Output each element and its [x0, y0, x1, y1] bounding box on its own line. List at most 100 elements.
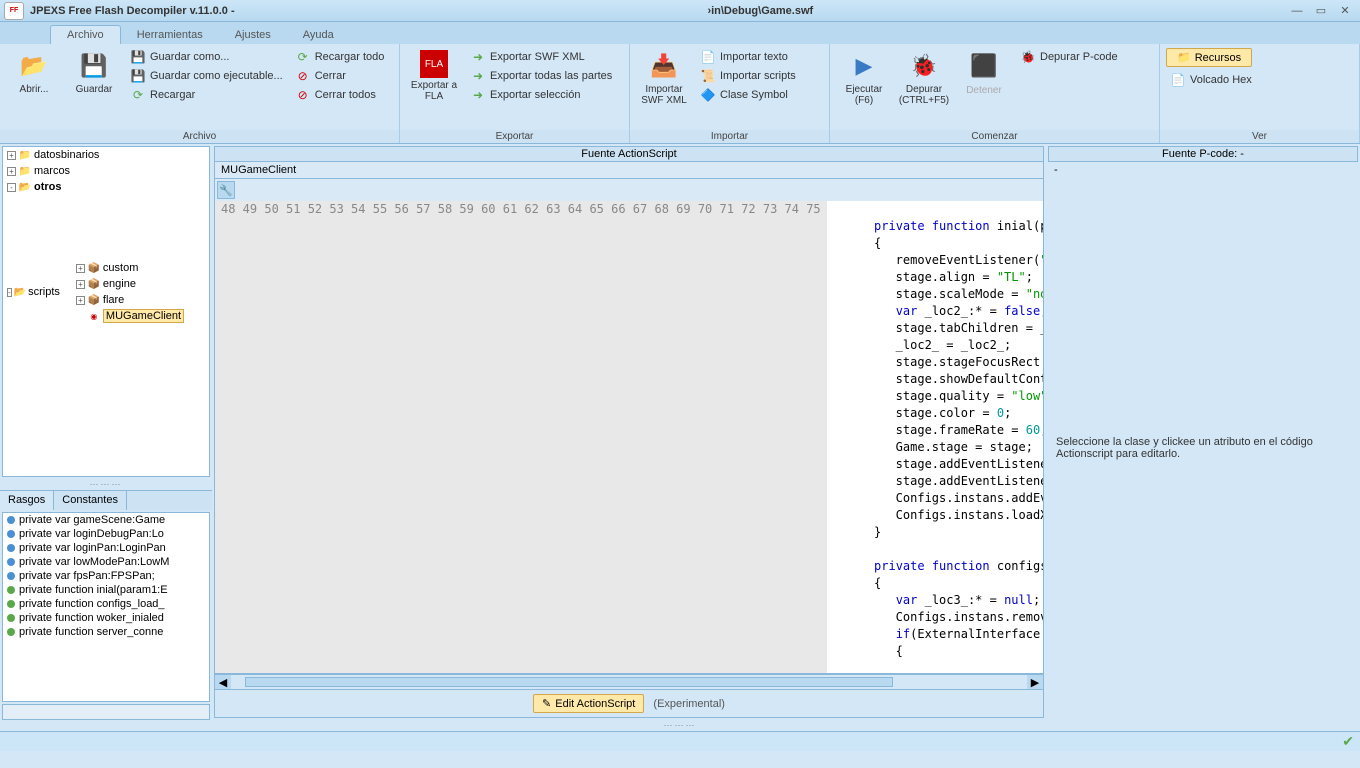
folder-open-icon: 📂 — [18, 50, 50, 82]
tree-item-class[interactable]: ◉class_19 — [200, 356, 210, 372]
tab-ajustes[interactable]: Ajustes — [219, 26, 287, 44]
tree-item-class[interactable]: ◉class_10 — [200, 212, 210, 228]
tab-rasgos[interactable]: Rasgos — [0, 491, 54, 510]
trait-row[interactable]: private var loginPan:LoginPan — [3, 541, 209, 555]
tree-item-class[interactable]: ◉class_12 — [200, 244, 210, 260]
tree-item-custom[interactable]: +📦custom — [76, 260, 184, 276]
tree-item-class[interactable]: ◉class_15 — [200, 292, 210, 308]
left-hscroll[interactable] — [2, 704, 210, 720]
titlebar: FF JPEXS Free Flash Decompiler v.11.0.0 … — [0, 0, 1360, 22]
group-label-archivo: Archivo — [0, 130, 399, 143]
tree-item-class[interactable]: ◉class_1 — [200, 196, 210, 212]
statusbar: ✔ — [0, 731, 1360, 751]
breadcrumb: MUGameClient — [214, 162, 1044, 179]
tab-archivo[interactable]: Archivo — [50, 25, 121, 44]
exe-icon: 💾 — [130, 68, 146, 84]
class-symbol-button[interactable]: 🔷Clase Symbol — [696, 86, 800, 104]
bug-small-icon: 🐞 — [1020, 49, 1036, 65]
tree-item-engine[interactable]: +📦engine — [76, 276, 184, 292]
trait-row[interactable]: private var lowModePan:LowM — [3, 555, 209, 569]
tree-item-class[interactable]: ◉class_17 — [200, 324, 210, 340]
close-icon[interactable]: ✕ — [1334, 3, 1356, 19]
tab-ayuda[interactable]: Ayuda — [287, 26, 350, 44]
trait-row[interactable]: private function configs_load_ — [3, 597, 209, 611]
tree-item-class[interactable]: ◉class_13 — [200, 260, 210, 276]
group-label-ver: Ver — [1160, 130, 1359, 143]
code-editor[interactable]: 48 49 50 51 52 53 54 55 56 57 58 59 60 6… — [214, 201, 1044, 674]
save-exe-button[interactable]: 💾Guardar como ejecutable... — [126, 67, 287, 85]
debug-button[interactable]: 🐞Depurar (CTRL+F5) — [896, 48, 952, 108]
pcode-dash: - — [1048, 162, 1358, 178]
open-button[interactable]: 📂Abrir... — [6, 48, 62, 97]
scroll-left-icon[interactable]: ◀ — [215, 675, 231, 689]
tree-item-class[interactable]: ◉class_11 — [200, 228, 210, 244]
ribbon: 📂Abrir... 💾Guardar 💾Guardar como... 💾Gua… — [0, 44, 1360, 144]
tree-item-scripts[interactable]: -📂scripts +📦custom +📦engine +📦flare ◉MUG… — [7, 195, 209, 389]
tab-herramientas[interactable]: Herramientas — [121, 26, 219, 44]
bug-icon: 🐞 — [908, 50, 940, 82]
trait-row[interactable]: private function server_conne — [3, 625, 209, 639]
maximize-icon[interactable]: ▭ — [1310, 3, 1332, 19]
close-file-icon: ⊘ — [295, 68, 311, 84]
trait-row[interactable]: private var fpsPan:FPSPan; — [3, 569, 209, 583]
reload-all-button[interactable]: ⟳Recargar todo — [291, 48, 389, 66]
import-swfxml-button[interactable]: 📥Importar SWF XML — [636, 48, 692, 108]
tree-item-class[interactable]: ◉class_18 — [200, 340, 210, 356]
scroll-thumb[interactable] — [245, 677, 893, 687]
search-tool-icon[interactable]: 🔧 — [217, 181, 235, 199]
close-button[interactable]: ⊘Cerrar — [291, 67, 389, 85]
tree-item-marcos[interactable]: +📁marcos — [7, 163, 209, 179]
group-label-exportar: Exportar — [400, 130, 629, 143]
hexdump-button[interactable]: 📄Volcado Hex — [1166, 71, 1256, 89]
experimental-label: (Experimental) — [653, 698, 725, 710]
tree-item-class[interactable]: ◉class_2 — [200, 372, 210, 388]
file-path: ›in\Debug\Game.swf — [707, 5, 813, 17]
tab-constantes[interactable]: Constantes — [54, 491, 127, 510]
save-as-button[interactable]: 💾Guardar como... — [126, 48, 287, 66]
fla-icon: FLA — [420, 50, 448, 78]
export-all-button[interactable]: ➜Exportar todas las partes — [466, 67, 616, 85]
tree-item-otros[interactable]: -📂otros — [7, 179, 209, 195]
export-fla-button[interactable]: FLAExportar a FLA — [406, 48, 462, 104]
stop-button[interactable]: ⬛Detener — [956, 48, 1012, 99]
app-logo: FF — [4, 2, 24, 20]
center-column: Fuente ActionScript MUGameClient 🔧 48 49… — [214, 146, 1044, 718]
tree-item-flare[interactable]: +📦flare — [76, 292, 184, 308]
debug-pcode-button[interactable]: 🐞Depurar P-code — [1016, 48, 1122, 66]
splitter-dots[interactable]: ⋯⋯⋯ — [0, 479, 212, 490]
export-selection-button[interactable]: ➜Exportar selección — [466, 86, 616, 104]
group-label-comenzar: Comenzar — [830, 130, 1159, 143]
code-content[interactable]: private function inial(param1:Event) : v… — [827, 201, 1043, 673]
run-button[interactable]: ▶Ejecutar (F6) — [836, 48, 892, 108]
trait-row[interactable]: private var loginDebugPan:Lo — [3, 527, 209, 541]
close-all-button[interactable]: ⊘Cerrar todos — [291, 86, 389, 104]
traits-list[interactable]: private var gameScene:Gameprivate var lo… — [2, 512, 210, 702]
right-column: Fuente P-code: - - Seleccione la clase y… — [1048, 146, 1358, 718]
folder-icon: 📁 — [1177, 51, 1191, 64]
reload-button[interactable]: ⟳Recargar — [126, 86, 287, 104]
trait-row[interactable]: private var gameScene:Game — [3, 513, 209, 527]
bottom-splitter[interactable]: ⋯⋯⋯ — [0, 720, 1360, 731]
minimize-icon[interactable]: — — [1286, 3, 1308, 19]
import-scripts-button[interactable]: 📜Importar scripts — [696, 67, 800, 85]
scroll-right-icon[interactable]: ▶ — [1027, 675, 1043, 689]
trait-row[interactable]: private function inial(param1:E — [3, 583, 209, 597]
group-label-importar: Importar — [630, 130, 829, 143]
edit-actionscript-button[interactable]: ✎Edit ActionScript — [533, 694, 644, 713]
resources-button[interactable]: 📁Recursos — [1166, 48, 1252, 67]
import-text-button[interactable]: 📄Importar texto — [696, 48, 800, 66]
tree-item-datosbinarios[interactable]: +📁datosbinarios — [7, 147, 209, 163]
save-button[interactable]: 💾Guardar — [66, 48, 122, 97]
tree-view[interactable]: +📁datosbinarios +📁marcos -📂otros -📂scrip… — [2, 146, 210, 477]
export-swfxml-button[interactable]: ➜Exportar SWF XML — [466, 48, 616, 66]
tree-item-class[interactable]: ◉class_16 — [200, 308, 210, 324]
reload-icon: ⟳ — [130, 87, 146, 103]
export-icon: ➜ — [470, 49, 486, 65]
left-column: +📁datosbinarios +📁marcos -📂otros -📂scrip… — [0, 144, 212, 720]
code-hscroll[interactable]: ◀ ▶ — [214, 674, 1044, 690]
edit-icon: ✎ — [542, 697, 551, 710]
save-icon: 💾 — [78, 50, 110, 82]
tree-item-class[interactable]: ◉class_14 — [200, 276, 210, 292]
tree-item-mugame[interactable]: ◉MUGameClient — [76, 308, 184, 324]
trait-row[interactable]: private function woker_inialed — [3, 611, 209, 625]
